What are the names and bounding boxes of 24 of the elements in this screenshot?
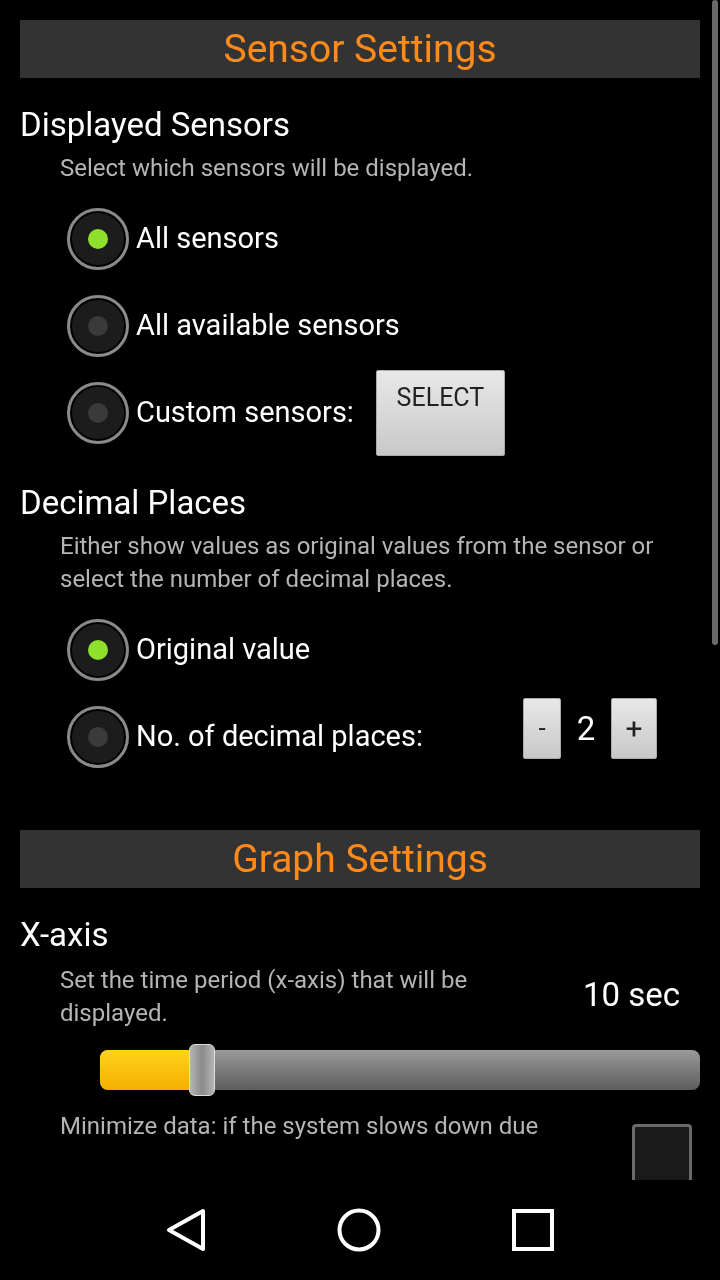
radio-option[interactable]: Original value [67,618,311,681]
radio-option[interactable]: All available sensors [67,294,400,357]
setting-description: Either show values as original values from the sensor or select the number of decimal places. [59,531,655,595]
radio-option[interactable]: All sensors [67,207,279,270]
setting-heading: Displayed Sensors [19,104,292,146]
radio-option[interactable]: Custom sensors: [67,381,354,444]
increment-button[interactable]: + [611,698,657,759]
back-icon[interactable] [165,1208,206,1252]
setting-description: Select which sensors will be displayed. [59,153,475,184]
setting-heading: X-axis [19,914,110,956]
decimal-places-value: 2 [575,707,597,750]
recents-icon[interactable] [512,1209,555,1251]
radio-option[interactable]: No. of decimal places: [67,705,423,768]
checkbox[interactable] [632,1124,692,1180]
slider-thumb[interactable] [189,1044,215,1096]
setting-description: Set the time period (x-axis) that will be displayed. [60,965,469,1029]
setting-description: Minimize data: if the system slows down due [60,1111,539,1142]
slider-value: 10 sec [582,974,680,1016]
home-icon[interactable] [337,1208,381,1252]
setting-heading: Decimal Places [19,482,248,524]
section-header: Sensor Settings [20,20,700,78]
section-header: Graph Settings [20,830,700,888]
decrement-button[interactable]: - [523,698,561,759]
select-button[interactable]: SELECT [375,369,505,456]
